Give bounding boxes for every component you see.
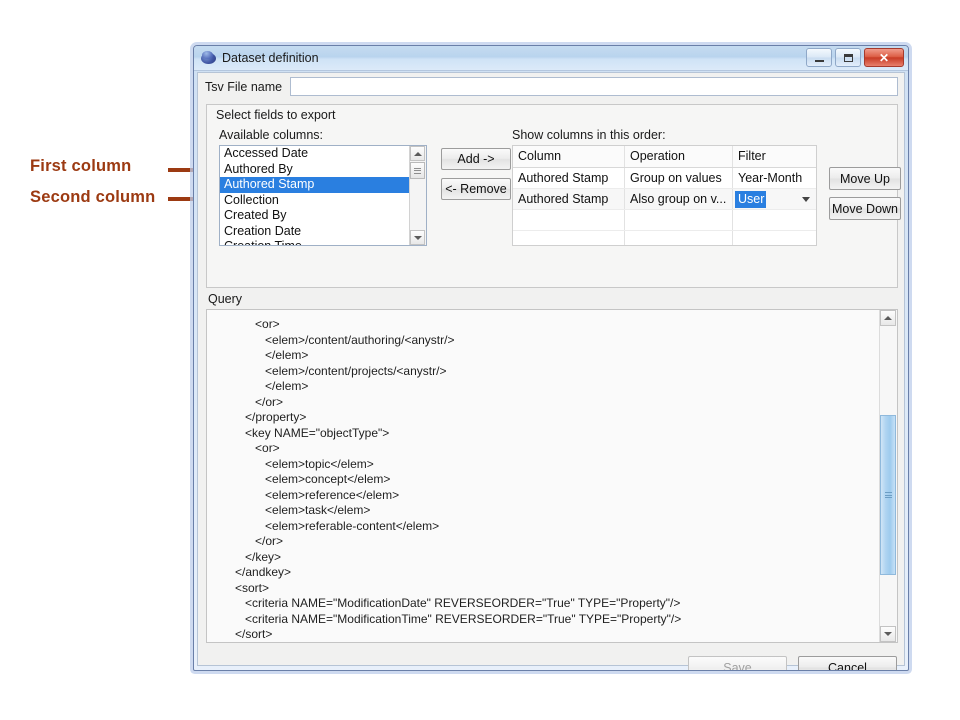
list-item[interactable]: Authored By bbox=[220, 162, 409, 178]
list-item[interactable]: Creation Time bbox=[220, 239, 409, 245]
tsv-file-name-row: Tsv File name bbox=[198, 73, 904, 97]
scrollbar-thumb[interactable] bbox=[880, 415, 896, 575]
maximize-icon bbox=[843, 53, 853, 62]
available-columns-items: Accessed Date Authored By Authored Stamp… bbox=[220, 146, 409, 245]
table-row[interactable]: Authored Stamp Also group on v... User bbox=[513, 189, 816, 210]
list-item[interactable]: Creation Date bbox=[220, 224, 409, 240]
cell-empty[interactable] bbox=[625, 231, 733, 245]
save-button[interactable]: Save bbox=[688, 656, 787, 670]
cancel-button[interactable]: Cancel bbox=[798, 656, 897, 670]
show-columns-order-label: Show columns in this order: bbox=[512, 128, 666, 142]
cell-empty[interactable] bbox=[625, 210, 733, 230]
cell-operation[interactable]: Also group on v... bbox=[625, 189, 733, 209]
cell-column[interactable]: Authored Stamp bbox=[513, 168, 625, 188]
cell-empty[interactable] bbox=[733, 210, 816, 230]
remove-button[interactable]: <- Remove bbox=[441, 178, 511, 200]
scroll-down-icon[interactable] bbox=[410, 230, 425, 245]
table-row-empty[interactable] bbox=[513, 210, 816, 231]
select-fields-group-title: Select fields to export bbox=[216, 108, 336, 122]
table-row-empty[interactable] bbox=[513, 231, 816, 245]
chevron-down-icon[interactable] bbox=[802, 197, 810, 202]
scrollbar-thumb[interactable] bbox=[410, 162, 425, 179]
tsv-file-name-label: Tsv File name bbox=[205, 79, 283, 94]
cell-empty[interactable] bbox=[513, 210, 625, 230]
cell-filter-value[interactable]: User bbox=[735, 190, 767, 208]
scroll-up-icon[interactable] bbox=[880, 310, 896, 326]
query-label: Query bbox=[208, 292, 243, 306]
select-fields-group: Select fields to export Available column… bbox=[206, 104, 901, 288]
annotation-label-second-column: Second column bbox=[30, 188, 156, 206]
query-panel: <or> <elem>/content/authoring/<anystr/> … bbox=[206, 309, 898, 643]
cell-filter[interactable]: Year-Month bbox=[733, 168, 816, 188]
available-columns-list[interactable]: Accessed Date Authored By Authored Stamp… bbox=[219, 145, 427, 246]
column-header-operation[interactable]: Operation bbox=[625, 146, 733, 167]
list-item-selected[interactable]: Authored Stamp bbox=[220, 177, 409, 193]
cell-empty[interactable] bbox=[513, 231, 625, 245]
list-item[interactable]: Collection bbox=[220, 193, 409, 209]
available-columns-label: Available columns: bbox=[219, 128, 323, 142]
java-bean-icon bbox=[201, 50, 216, 66]
add-button[interactable]: Add -> bbox=[441, 148, 511, 170]
grip-icon bbox=[414, 166, 421, 175]
available-list-scrollbar[interactable] bbox=[409, 146, 426, 245]
move-up-button[interactable]: Move Up bbox=[829, 167, 901, 190]
minimize-icon bbox=[814, 59, 824, 62]
scroll-down-icon[interactable] bbox=[880, 626, 896, 642]
column-header-filter[interactable]: Filter bbox=[733, 146, 816, 167]
minimize-button[interactable] bbox=[806, 48, 832, 67]
table-header-row: Column Operation Filter bbox=[513, 146, 816, 168]
tsv-file-name-input[interactable] bbox=[290, 77, 898, 96]
title-bar[interactable]: Dataset definition ✕ bbox=[194, 46, 908, 71]
dialog-body: Tsv File name Select fields to export Av… bbox=[197, 72, 905, 670]
cell-filter-combobox[interactable]: User bbox=[733, 189, 816, 209]
list-item[interactable]: Accessed Date bbox=[220, 146, 409, 162]
table-row[interactable]: Authored Stamp Group on values Year-Mont… bbox=[513, 168, 816, 189]
query-text-area[interactable]: <or> <elem>/content/authoring/<anystr/> … bbox=[207, 310, 879, 642]
scroll-up-icon[interactable] bbox=[410, 146, 425, 161]
grip-icon bbox=[884, 491, 892, 500]
window-controls: ✕ bbox=[806, 48, 904, 67]
annotation-label-first-column: First column bbox=[30, 157, 132, 175]
query-scrollbar[interactable] bbox=[879, 310, 897, 642]
cell-column[interactable]: Authored Stamp bbox=[513, 189, 625, 209]
show-columns-table[interactable]: Column Operation Filter Authored Stamp G… bbox=[512, 145, 817, 246]
window-title: Dataset definition bbox=[222, 51, 319, 65]
move-down-button[interactable]: Move Down bbox=[829, 197, 901, 220]
cell-operation[interactable]: Group on values bbox=[625, 168, 733, 188]
list-item[interactable]: Created By bbox=[220, 208, 409, 224]
dataset-definition-dialog: Dataset definition ✕ Tsv File name Selec… bbox=[193, 45, 909, 671]
cell-empty[interactable] bbox=[733, 231, 816, 245]
column-header-column[interactable]: Column bbox=[513, 146, 625, 167]
maximize-button[interactable] bbox=[835, 48, 861, 67]
close-button[interactable]: ✕ bbox=[864, 48, 904, 67]
